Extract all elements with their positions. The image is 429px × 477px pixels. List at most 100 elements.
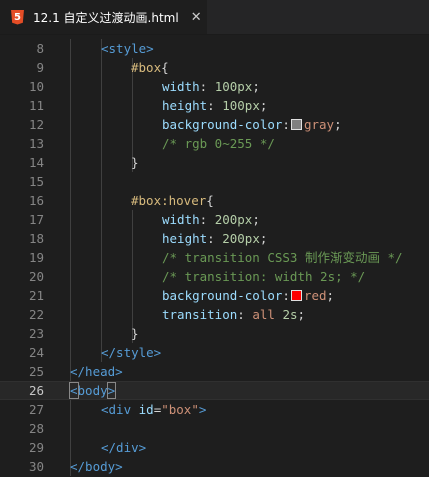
line-code: </head> xyxy=(70,362,123,381)
line-number: 9 xyxy=(36,60,44,75)
code-token: </style> xyxy=(101,345,162,360)
code-line[interactable]: 19 /* transition CSS3 制作渐变动画 */ xyxy=(0,248,429,267)
line-code: <div id="box"> xyxy=(101,400,206,419)
line-number: 21 xyxy=(28,288,44,303)
code-token: ; xyxy=(326,288,335,303)
code-line[interactable]: 9 #box{ xyxy=(0,58,429,77)
code-line[interactable]: 29 </div> xyxy=(0,438,429,457)
code-line[interactable]: 22 transition: all 2s; xyxy=(0,305,429,324)
line-code: /* transition CSS3 制作渐变动画 */ xyxy=(162,248,403,267)
code-token: /* transition CSS3 制作渐变动画 */ xyxy=(162,250,403,265)
code-line[interactable]: 16 #box:hover{ xyxy=(0,191,429,210)
line-code: </div> xyxy=(101,438,146,457)
code-token: } xyxy=(131,326,139,341)
code-line[interactable]: 26 <body> xyxy=(0,381,429,400)
line-code: </body> xyxy=(70,457,123,476)
line-code: background-color: gray; xyxy=(162,115,342,134)
code-token: height xyxy=(162,98,208,113)
code-line[interactable]: 28 xyxy=(0,419,429,438)
code-token: : xyxy=(199,79,215,94)
code-token: 100px xyxy=(214,79,253,94)
line-code: } xyxy=(131,324,139,343)
code-token: background-color xyxy=(162,117,283,132)
code-token: : xyxy=(237,307,253,322)
code-line[interactable]: 24 </style> xyxy=(0,343,429,362)
code-token: width xyxy=(162,79,200,94)
code-token: : xyxy=(199,212,215,227)
line-number: 11 xyxy=(28,98,44,113)
code-line[interactable]: 18 height: 200px; xyxy=(0,229,429,248)
line-number: 28 xyxy=(28,421,44,436)
code-token: #box xyxy=(131,60,162,75)
line-number: 19 xyxy=(28,250,44,265)
line-number: 15 xyxy=(28,174,44,189)
code-line[interactable]: 17 width: 200px; xyxy=(0,210,429,229)
line-code: <body> xyxy=(69,382,117,399)
line-number: 20 xyxy=(28,269,44,284)
line-number: 12 xyxy=(28,117,44,132)
code-token: > xyxy=(106,382,117,399)
code-line[interactable]: 20 /* transition: width 2s; */ xyxy=(0,267,429,286)
line-code: background-color: red; xyxy=(162,286,334,305)
code-token: background-color xyxy=(162,288,283,303)
tab-title: 12.1 自定义过渡动画.html xyxy=(33,10,179,25)
line-number: 25 xyxy=(28,364,44,379)
code-token: 100px xyxy=(222,98,260,113)
line-code: height: 100px; xyxy=(162,96,267,115)
code-token: : xyxy=(282,288,290,303)
code-token: } xyxy=(131,155,139,170)
code-token: <style> xyxy=(101,41,154,56)
code-line[interactable]: 8 <style> xyxy=(0,39,429,58)
tab-bar: 5 12.1 自定义过渡动画.html ✕ xyxy=(0,0,429,35)
code-line[interactable]: 14} xyxy=(0,153,429,172)
code-editor[interactable]: 8 <style> 9 #box{10 width: 100px; 11 height: 1… xyxy=(0,35,429,477)
line-number: 27 xyxy=(28,402,44,417)
editor-tab[interactable]: 5 12.1 自定义过渡动画.html ✕ xyxy=(0,0,207,34)
line-number: 26 xyxy=(28,383,44,398)
line-number: 23 xyxy=(28,326,44,341)
code-token: red xyxy=(303,288,327,303)
line-code: </style> xyxy=(101,343,161,362)
code-line[interactable]: 23} xyxy=(0,324,429,343)
code-token: </div> xyxy=(101,440,147,455)
line-number: 13 xyxy=(28,136,44,151)
line-code: height: 200px; xyxy=(162,229,267,248)
code-line[interactable]: 12 background-color: gray; xyxy=(0,115,429,134)
line-code: #box:hover{ xyxy=(131,191,214,210)
color-swatch[interactable] xyxy=(290,290,302,301)
line-code: width: 200px; xyxy=(162,210,260,229)
code-token: ; xyxy=(297,307,306,322)
code-token: all xyxy=(252,307,275,322)
line-number: 24 xyxy=(28,345,44,360)
code-token: ; xyxy=(259,231,268,246)
close-icon[interactable]: ✕ xyxy=(191,10,202,25)
code-line[interactable]: 15 xyxy=(0,172,429,191)
code-line[interactable]: 27 <div id="box"> xyxy=(0,400,429,419)
code-token: ; xyxy=(259,98,268,113)
code-token: /* rgb 0~255 */ xyxy=(162,136,275,151)
code-line[interactable]: 30 </body> xyxy=(0,457,429,476)
color-swatch[interactable] xyxy=(290,119,302,130)
code-token: transition xyxy=(162,307,238,322)
line-code: <style> xyxy=(101,39,154,58)
code-token: 2s xyxy=(282,307,298,322)
code-token: gray xyxy=(303,117,335,132)
code-line[interactable]: 25 </head> xyxy=(0,362,429,381)
code-token: 200px xyxy=(214,212,253,227)
code-line[interactable]: 11 height: 100px; xyxy=(0,96,429,115)
code-line[interactable]: 10 width: 100px; xyxy=(0,77,429,96)
code-line[interactable]: 21 background-color: red; xyxy=(0,286,429,305)
code-line[interactable]: 13 /* rgb 0~255 */ xyxy=(0,134,429,153)
line-number: 17 xyxy=(28,212,44,227)
code-token: </body> xyxy=(70,459,123,474)
code-token: : xyxy=(207,231,223,246)
code-token: : xyxy=(207,98,223,113)
line-number: 22 xyxy=(28,307,44,322)
line-code: #box{ xyxy=(131,58,169,77)
line-code: transition: all 2s; xyxy=(162,305,305,324)
code-token: { xyxy=(206,193,214,208)
code-token: width xyxy=(162,212,200,227)
code-token: /* transition: width 2s; */ xyxy=(162,269,366,284)
code-token: : xyxy=(282,117,290,132)
code-token: { xyxy=(161,60,169,75)
